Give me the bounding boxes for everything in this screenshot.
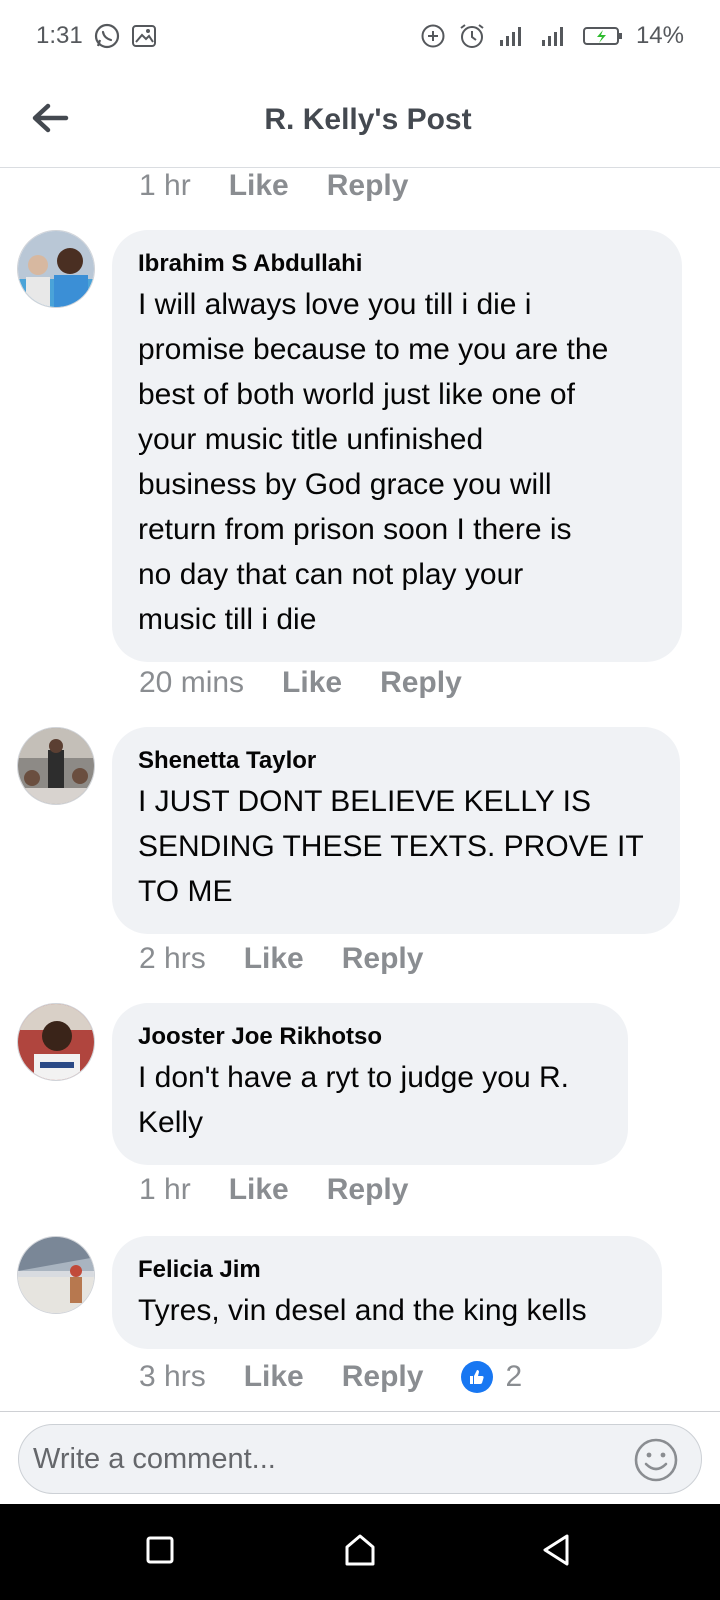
comment-line: no day that can not play your xyxy=(138,558,524,591)
comment-line: your music title unfinished xyxy=(138,423,484,456)
whatsapp-icon xyxy=(93,22,121,50)
comment-line: I don't have a ryt to judge you R. xyxy=(138,1061,569,1094)
comment-input[interactable] xyxy=(18,1424,702,1494)
comment-time: 2 hrs xyxy=(139,942,206,975)
comment-line: I will always love you till i die i xyxy=(138,288,532,321)
comment-line: promise because to me you are the xyxy=(138,333,609,366)
reply-button[interactable]: Reply xyxy=(342,1360,424,1394)
reply-button[interactable]: Reply xyxy=(327,169,409,203)
battery-percent: 14% xyxy=(635,22,684,49)
comment-author[interactable]: Jooster Joe Rikhotso xyxy=(138,1023,602,1051)
like-reaction-icon[interactable] xyxy=(461,1361,494,1393)
comment-bubble[interactable]: Ibrahim S Abdullahi I will always love y… xyxy=(112,230,682,662)
add-circle-icon xyxy=(420,23,446,49)
comment-bubble[interactable]: Shenetta Taylor I JUST DONT BELIEVE KELL… xyxy=(112,727,680,934)
comment-bubble[interactable]: Felicia Jim Tyres, vin desel and the kin… xyxy=(112,1236,662,1349)
comment-author[interactable]: Ibrahim S Abdullahi xyxy=(138,250,656,278)
comment-line: business by God grace you will xyxy=(138,468,552,501)
comment-line: I JUST DONT BELIEVE KELLY IS xyxy=(138,785,591,818)
reply-button[interactable]: Reply xyxy=(380,666,462,700)
status-bar: 1:31 14% xyxy=(0,0,720,72)
signal-icon xyxy=(498,24,528,48)
recents-button[interactable] xyxy=(136,1528,184,1576)
comment-time: 3 hrs xyxy=(139,1360,206,1393)
comment-actions: 1 hr Like Reply xyxy=(139,1173,446,1207)
comment-composer xyxy=(0,1411,720,1504)
page-title: R. Kelly's Post xyxy=(264,102,472,136)
comment-actions: 20 mins Like Reply xyxy=(139,666,500,700)
comment-line: Tyres, vin desel and the king kells xyxy=(138,1294,587,1327)
emoji-smile-icon[interactable] xyxy=(632,1436,680,1484)
status-right: 14% xyxy=(420,22,684,50)
comment-line: best of both world just like one of xyxy=(138,378,575,411)
like-button[interactable]: Like xyxy=(282,666,342,700)
comment-time: 20 mins xyxy=(139,666,245,699)
comment-bubble[interactable]: Jooster Joe Rikhotso I don't have a ryt … xyxy=(112,1003,628,1165)
avatar[interactable] xyxy=(17,1003,95,1081)
comment-author[interactable]: Shenetta Taylor xyxy=(138,747,654,775)
status-time: 1:31 xyxy=(36,22,83,49)
battery-charging-icon xyxy=(582,24,624,48)
comment-line: Kelly xyxy=(138,1106,204,1139)
like-button[interactable]: Like xyxy=(244,942,304,976)
home-icon xyxy=(343,1533,377,1572)
comment-line: music till i die xyxy=(138,603,317,636)
comment-actions: 1 hr Like Reply xyxy=(139,169,446,203)
home-button[interactable] xyxy=(336,1528,384,1576)
like-button[interactable]: Like xyxy=(229,169,289,203)
avatar[interactable] xyxy=(17,1236,95,1314)
reaction-count[interactable]: 2 xyxy=(505,1360,522,1394)
comment-line: SENDING THESE TEXTS. PROVE IT xyxy=(138,830,644,863)
comment-author[interactable]: Felicia Jim xyxy=(138,1256,636,1284)
comment-line: TO ME xyxy=(138,875,233,908)
back-button[interactable] xyxy=(26,96,74,144)
alarm-icon xyxy=(458,22,486,50)
like-button[interactable]: Like xyxy=(244,1360,304,1394)
comment-actions: 3 hrs Like Reply 2 xyxy=(139,1360,522,1394)
comment-time: 1 hr xyxy=(139,1173,191,1206)
avatar[interactable] xyxy=(17,727,95,805)
comment-time: 1 hr xyxy=(139,169,191,202)
reply-button[interactable]: Reply xyxy=(342,942,424,976)
comment-line: return from prison soon I there is xyxy=(138,513,572,546)
image-icon xyxy=(131,23,157,49)
avatar[interactable] xyxy=(17,230,95,308)
comments-list[interactable]: 1 hr Like Reply Ibrahim S Abdullahi I wi… xyxy=(0,169,720,1411)
back-triangle-icon xyxy=(540,1533,572,1572)
app-header: R. Kelly's Post xyxy=(0,72,720,168)
system-back-button[interactable] xyxy=(532,1528,580,1576)
signal-icon xyxy=(540,24,570,48)
status-left: 1:31 xyxy=(36,22,157,50)
system-nav-bar xyxy=(0,1504,720,1600)
back-arrow-icon xyxy=(30,101,70,140)
like-button[interactable]: Like xyxy=(229,1173,289,1207)
reply-button[interactable]: Reply xyxy=(327,1173,409,1207)
comment-actions: 2 hrs Like Reply xyxy=(139,942,461,976)
recents-square-icon xyxy=(145,1535,175,1570)
